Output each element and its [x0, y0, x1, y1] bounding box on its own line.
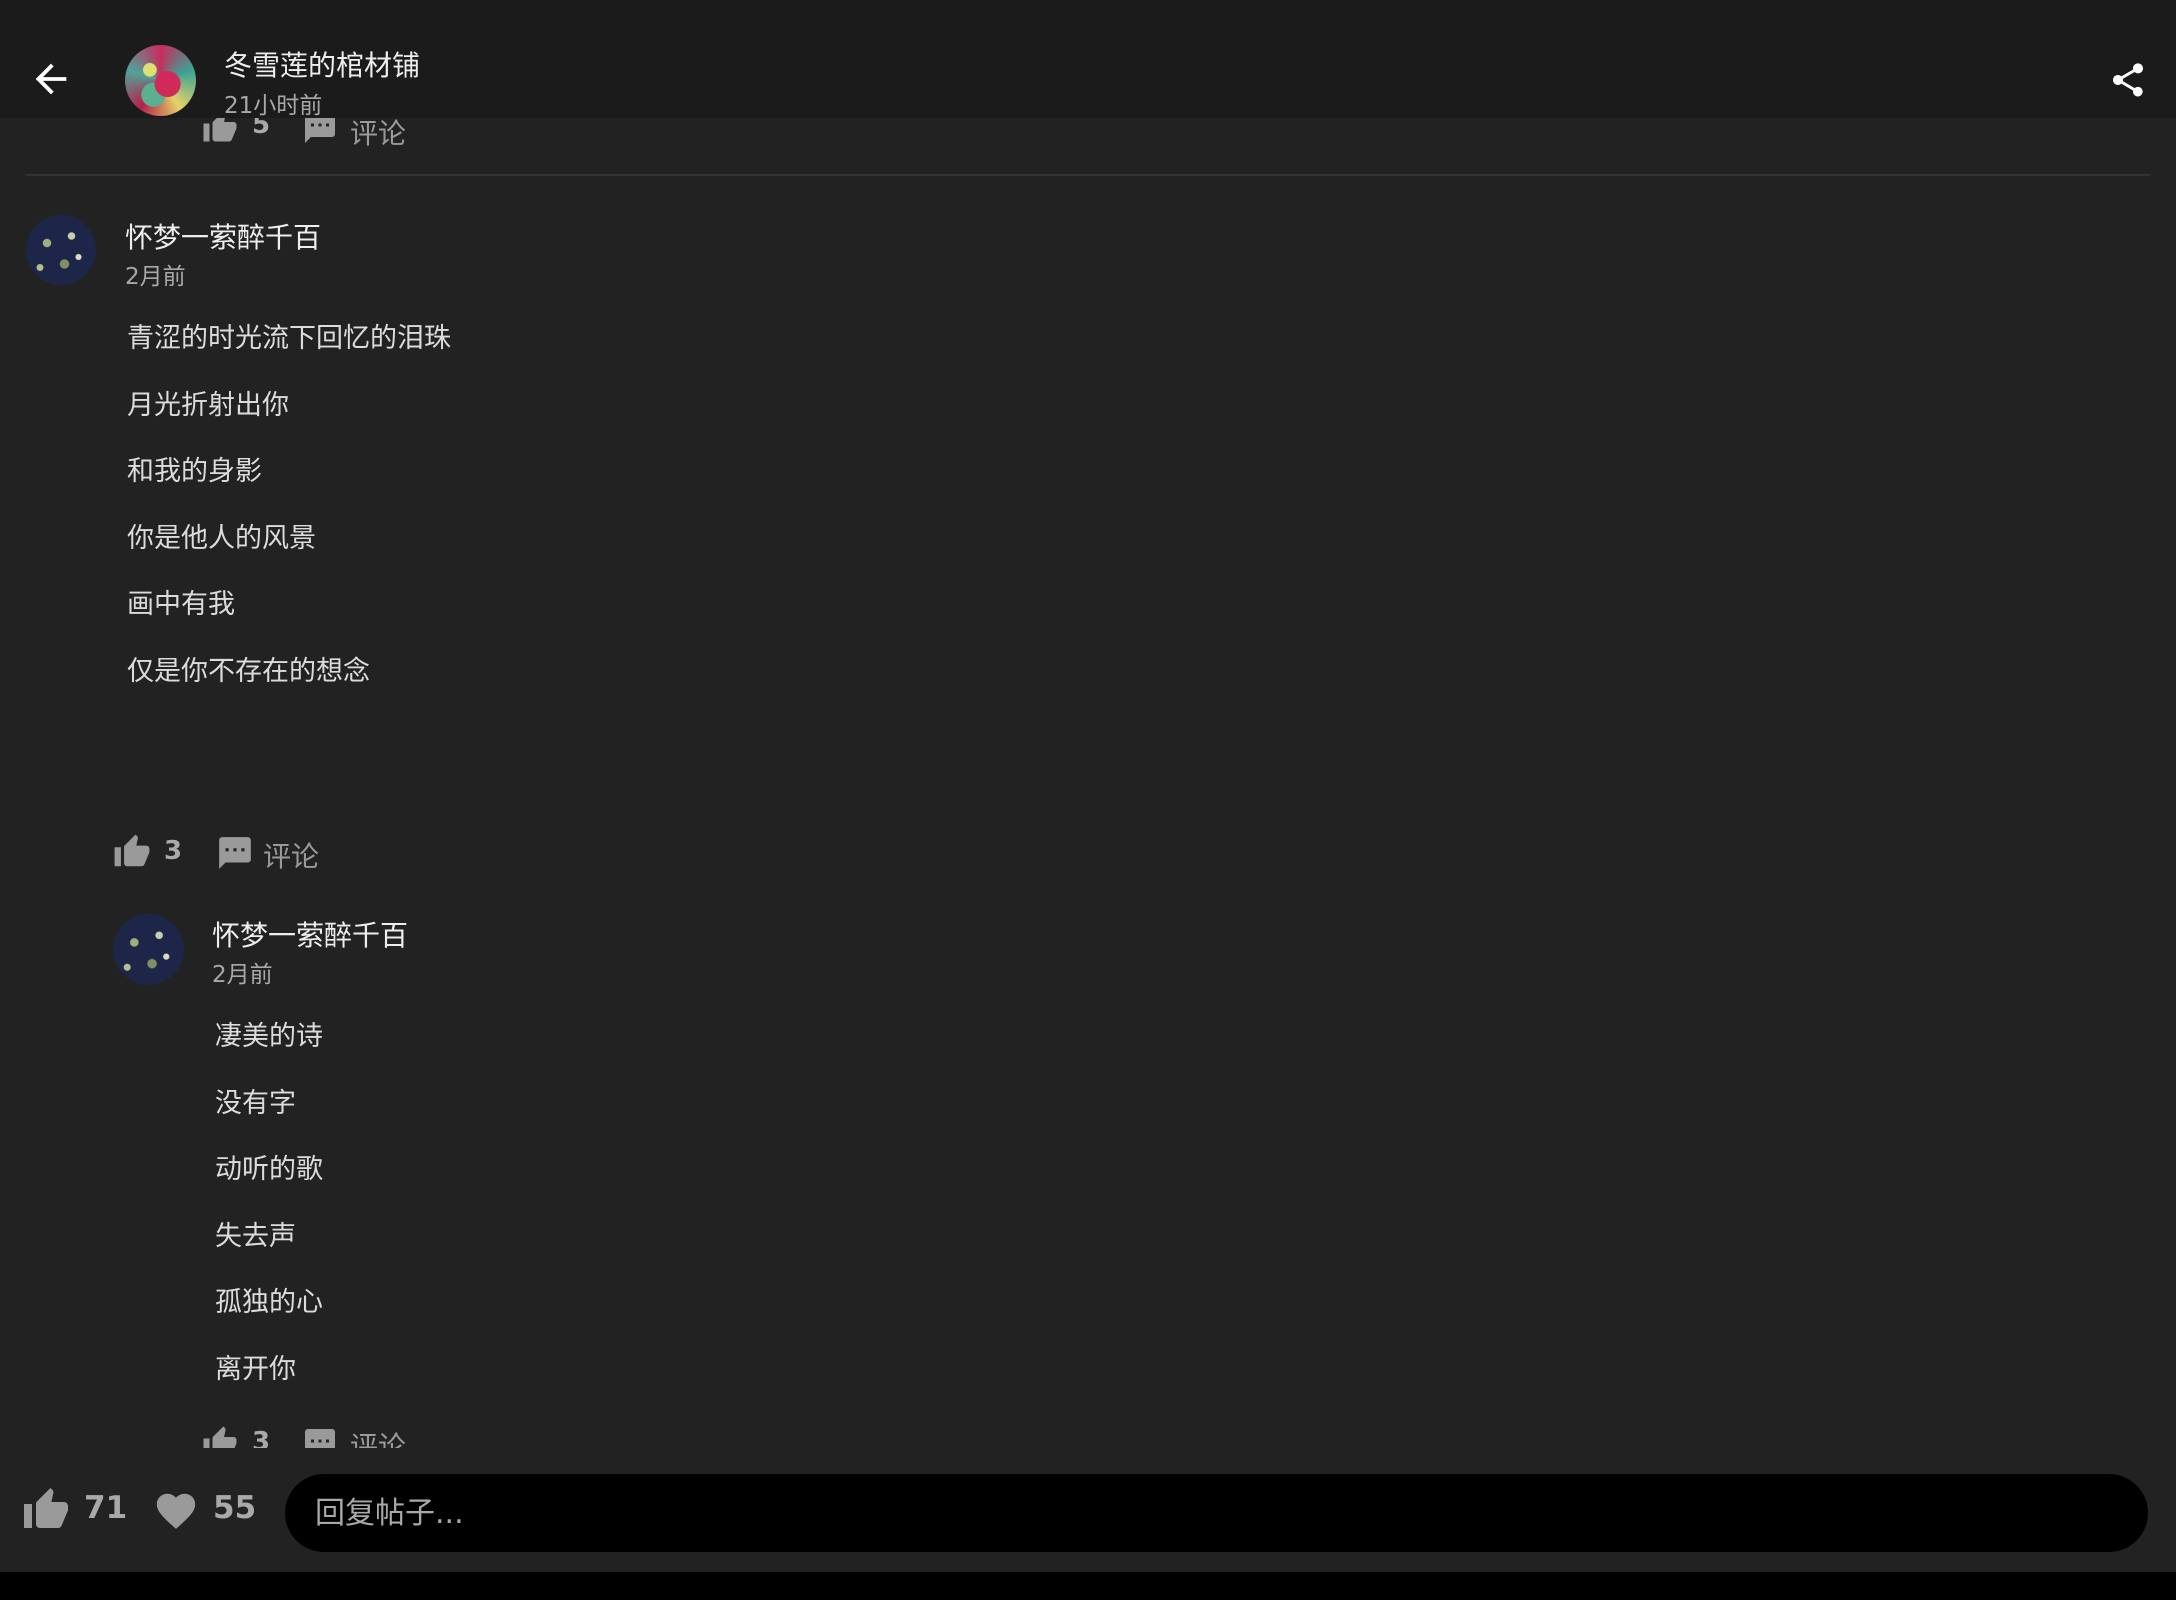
reply-text-line: 你是他人的风景	[127, 523, 316, 554]
reply-text-line: 没有字	[215, 1088, 296, 1119]
top-app-bar: 冬雪莲的棺材铺 21小时前	[0, 0, 2176, 119]
reply-text-line: 动听的歌	[215, 1154, 323, 1185]
comment-label[interactable]: 评论	[350, 1425, 406, 1448]
nested-reply-actions: 3 评论	[190, 1420, 440, 1448]
thumbs-up-icon[interactable]	[22, 1486, 70, 1534]
like-count: 5	[252, 118, 271, 140]
share-icon[interactable]	[2108, 60, 2148, 100]
reply-time: 2月前	[212, 962, 273, 988]
comment-label[interactable]: 评论	[350, 118, 406, 148]
thumbs-up-icon[interactable]	[113, 833, 151, 871]
comment-icon[interactable]	[302, 1426, 338, 1448]
reply-author-avatar[interactable]	[26, 215, 96, 285]
reply-author-avatar[interactable]	[113, 914, 184, 985]
reply-text-line: 失去声	[215, 1221, 296, 1252]
reply-text-line: 画中有我	[127, 589, 235, 620]
post-favorite-count: 55	[213, 1490, 257, 1526]
like-count: 3	[164, 836, 183, 866]
thumbs-up-icon[interactable]	[202, 118, 238, 146]
reply-time: 2月前	[125, 264, 186, 290]
author-avatar[interactable]	[125, 45, 196, 116]
reply-text-line: 孤独的心	[215, 1287, 323, 1318]
reply-input[interactable]	[285, 1474, 2148, 1552]
reply-text-line: 凄美的诗	[215, 1021, 323, 1052]
post-time: 21小时前	[224, 93, 323, 119]
post-like-count: 71	[84, 1490, 128, 1526]
divider	[26, 174, 2150, 176]
comment-icon[interactable]	[302, 118, 338, 146]
comment-label[interactable]: 评论	[263, 835, 319, 875]
previous-post-actions: 5 评论	[190, 118, 440, 148]
reply-text-line: 离开你	[215, 1354, 296, 1385]
system-nav-bar	[0, 1572, 2176, 1600]
like-count: 3	[252, 1427, 271, 1448]
reply-text-line: 月光折射出你	[127, 390, 289, 421]
thumbs-up-icon[interactable]	[202, 1425, 238, 1448]
comment-icon[interactable]	[216, 834, 254, 872]
arrow-left-icon[interactable]	[28, 56, 74, 102]
reply-author-name[interactable]: 怀梦一萦醉千百	[125, 216, 321, 256]
reply-author-name[interactable]: 怀梦一萦醉千百	[212, 914, 408, 954]
post-author-name[interactable]: 冬雪莲的棺材铺	[224, 44, 420, 84]
reply-text-line: 青涩的时光流下回忆的泪珠	[127, 323, 451, 354]
reply-text-line: 仅是你不存在的想念	[127, 656, 370, 687]
heart-icon[interactable]	[153, 1488, 199, 1534]
reply-text-line: 和我的身影	[127, 456, 262, 487]
